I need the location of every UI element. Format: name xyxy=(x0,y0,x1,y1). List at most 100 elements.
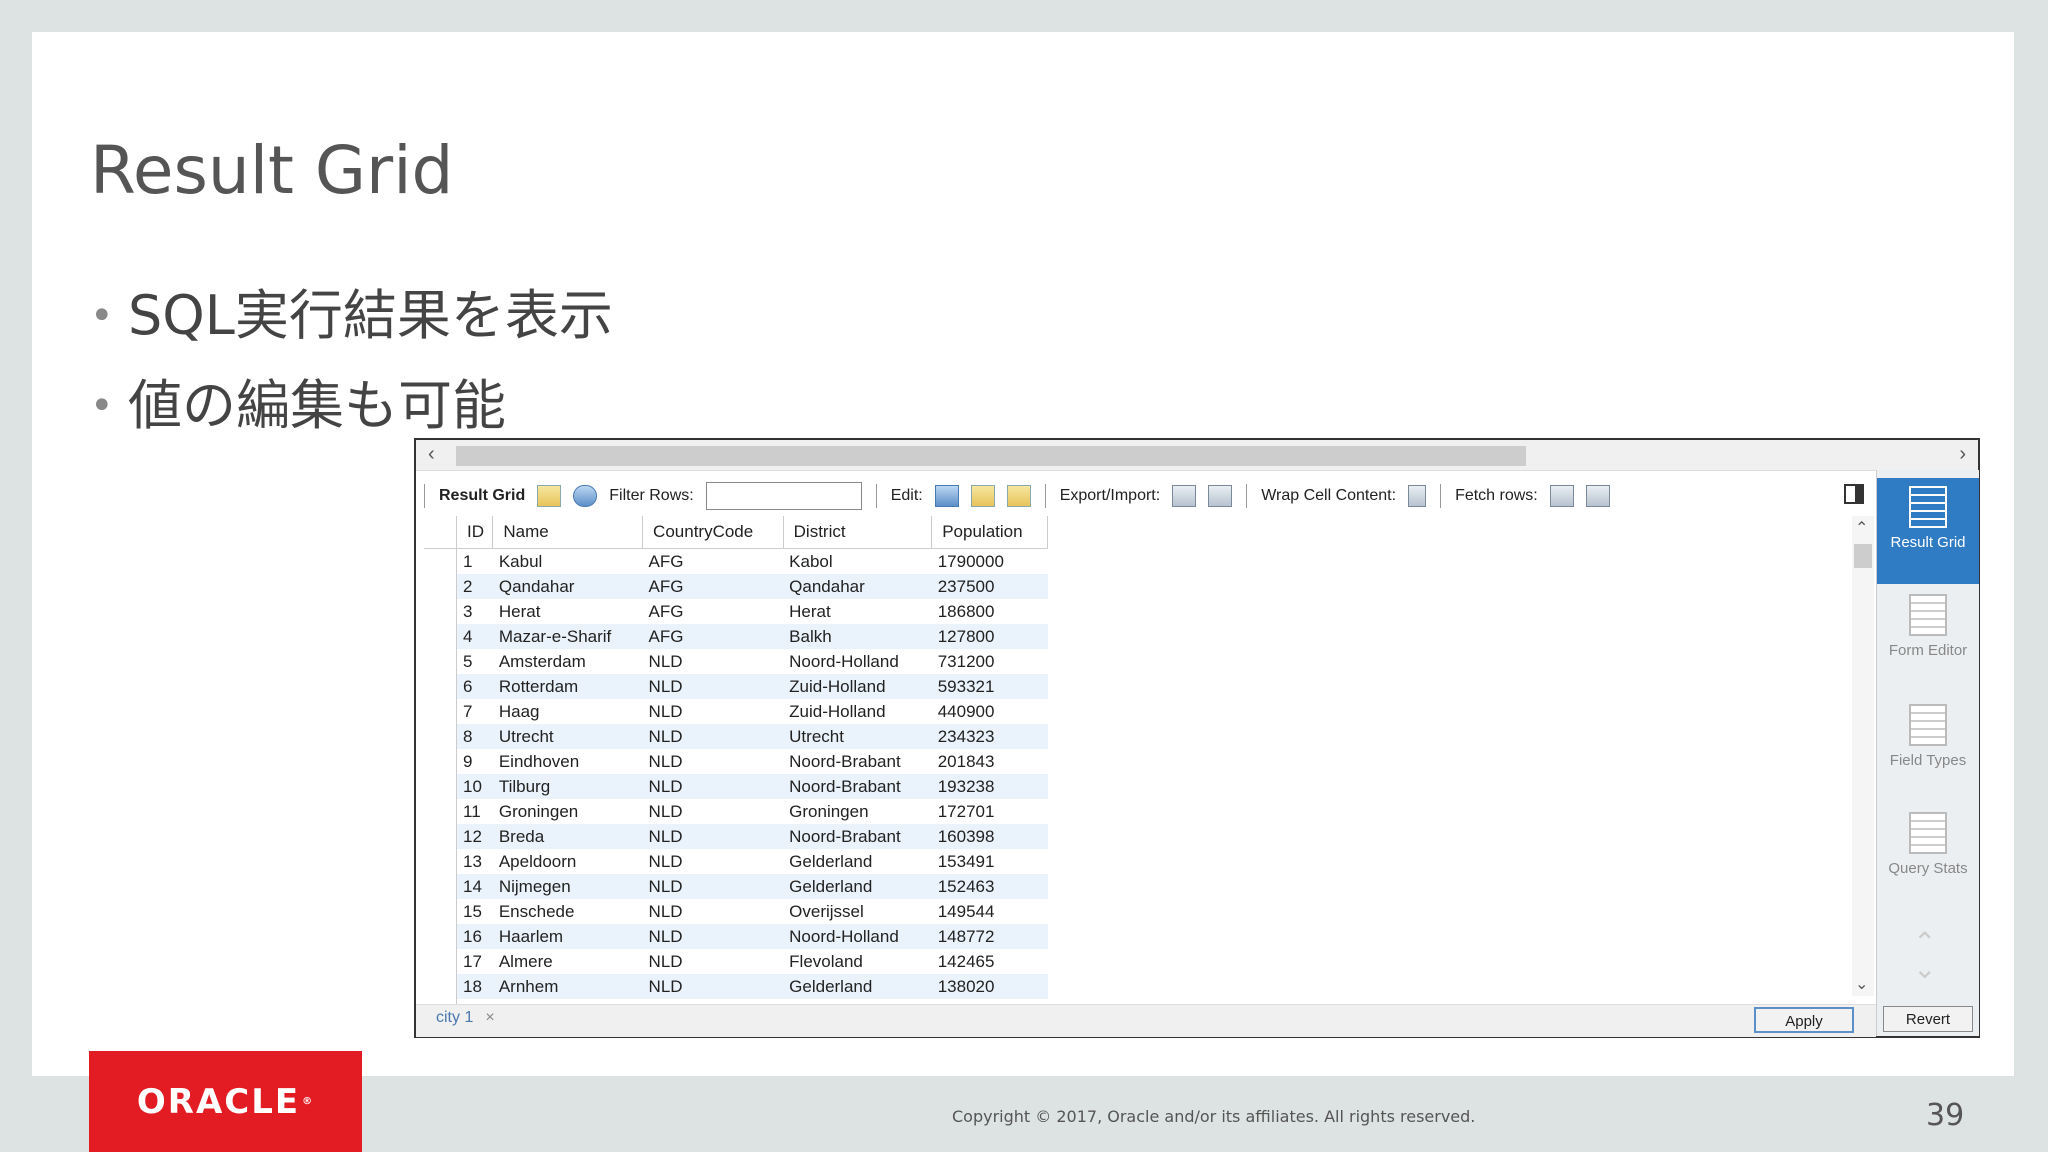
table-cell[interactable]: Eindhoven xyxy=(493,749,643,774)
table-row[interactable]: 7 Haag NLD Zuid-Holland 440900 xyxy=(424,699,1048,724)
scroll-left-icon[interactable]: ‹ xyxy=(428,443,435,466)
row-selector[interactable] xyxy=(424,799,457,824)
table-cell[interactable]: Almere xyxy=(493,949,643,974)
table-cell[interactable]: Noord-Brabant xyxy=(783,774,932,799)
table-cell[interactable]: NLD xyxy=(642,674,784,699)
table-row[interactable]: 3 Herat AFG Herat 186800 xyxy=(424,599,1048,624)
table-cell[interactable]: Enschede xyxy=(493,899,643,924)
refresh-icon[interactable] xyxy=(573,485,598,507)
wrap-text-icon[interactable] xyxy=(1408,485,1427,507)
scroll-down-icon[interactable]: ⌄ xyxy=(1855,974,1868,994)
row-selector-header[interactable] xyxy=(424,516,457,549)
table-cell[interactable]: NLD xyxy=(643,849,784,874)
table-cell[interactable]: Groningen xyxy=(783,799,932,824)
table-cell[interactable]: 14 xyxy=(456,874,493,899)
table-cell[interactable]: AFG xyxy=(643,549,784,575)
row-selector[interactable] xyxy=(424,974,457,999)
side-item-result-grid[interactable]: Result Grid xyxy=(1877,478,1979,584)
table-cell[interactable]: 13 xyxy=(457,849,493,874)
table-cell[interactable]: Apeldoorn xyxy=(493,849,643,874)
table-cell[interactable]: NLD xyxy=(642,724,784,749)
table-cell[interactable]: Kabol xyxy=(783,549,932,575)
table-cell[interactable]: Noord-Brabant xyxy=(783,824,932,849)
table-cell[interactable]: 160398 xyxy=(931,824,1048,849)
table-cell[interactable]: Nijmegen xyxy=(492,874,643,899)
scroll-right-icon[interactable]: › xyxy=(1959,443,1966,466)
table-row[interactable]: 2 Qandahar AFG Qandahar 237500 xyxy=(424,574,1048,599)
table-cell[interactable]: 15 xyxy=(457,899,493,924)
table-cell[interactable]: NLD xyxy=(642,924,784,949)
table-cell[interactable]: NLD xyxy=(643,899,784,924)
table-cell[interactable]: Zuid-Holland xyxy=(783,699,932,724)
table-cell[interactable]: Overijssel xyxy=(783,899,932,924)
table-cell[interactable]: 11 xyxy=(457,799,493,824)
table-cell[interactable]: 172701 xyxy=(932,799,1048,824)
table-cell[interactable]: 193238 xyxy=(931,774,1048,799)
side-item-form-editor[interactable]: Form Editor xyxy=(1877,586,1979,692)
table-cell[interactable]: Gelderland xyxy=(783,849,932,874)
table-cell[interactable]: 593321 xyxy=(931,674,1048,699)
table-cell[interactable]: 18 xyxy=(456,974,493,999)
table-cell[interactable]: Noord-Brabant xyxy=(783,749,932,774)
table-cell[interactable]: Noord-Holland xyxy=(783,924,932,949)
table-cell[interactable]: 148772 xyxy=(931,924,1048,949)
table-cell[interactable]: 4 xyxy=(456,624,493,649)
delete-row-icon[interactable] xyxy=(1006,485,1031,507)
table-cell[interactable]: 1790000 xyxy=(932,549,1048,575)
row-selector[interactable] xyxy=(424,649,457,674)
table-cell[interactable]: Flevoland xyxy=(783,949,932,974)
table-cell[interactable]: 201843 xyxy=(932,749,1048,774)
row-selector[interactable] xyxy=(424,949,457,974)
table-cell[interactable]: Kabul xyxy=(493,549,643,575)
table-cell[interactable]: AFG xyxy=(642,574,784,599)
table-cell[interactable]: NLD xyxy=(643,649,784,674)
row-selector[interactable] xyxy=(424,548,457,574)
table-cell[interactable]: 2 xyxy=(456,574,493,599)
fetch-next-icon[interactable] xyxy=(1549,485,1574,507)
row-selector[interactable] xyxy=(424,899,457,924)
fetch-all-icon[interactable] xyxy=(1585,485,1610,507)
table-cell[interactable]: Herat xyxy=(493,599,643,624)
apply-button[interactable]: Apply xyxy=(1754,1007,1854,1033)
table-cell[interactable]: Groningen xyxy=(493,799,643,824)
row-selector[interactable] xyxy=(424,574,457,599)
table-row[interactable]: 14 Nijmegen NLD Gelderland 152463 xyxy=(424,874,1048,899)
table-cell[interactable]: Qandahar xyxy=(783,574,932,599)
column-header-countrycode[interactable]: CountryCode xyxy=(642,516,784,549)
table-cell[interactable]: Zuid-Holland xyxy=(783,674,932,699)
table-cell[interactable]: 138020 xyxy=(931,974,1048,999)
chevron-updown-icon[interactable]: ⌃ ⌄ xyxy=(1913,929,1936,983)
column-header-district[interactable]: District xyxy=(783,516,933,549)
table-cell[interactable]: 149544 xyxy=(932,899,1048,924)
table-cell[interactable]: NLD xyxy=(642,824,784,849)
row-selector[interactable] xyxy=(424,749,457,774)
table-cell[interactable]: Tilburg xyxy=(492,774,643,799)
table-row[interactable]: 6 Rotterdam NLD Zuid-Holland 593321 xyxy=(424,674,1048,699)
row-selector[interactable] xyxy=(424,824,457,849)
table-cell[interactable]: 17 xyxy=(457,949,493,974)
table-cell[interactable]: NLD xyxy=(642,774,784,799)
table-cell[interactable]: Amsterdam xyxy=(493,649,643,674)
table-row[interactable]: 10 Tilburg NLD Noord-Brabant 193238 xyxy=(424,774,1048,799)
close-icon[interactable]: × xyxy=(485,1009,494,1026)
table-row[interactable]: 16 Haarlem NLD Noord-Holland 148772 xyxy=(424,924,1048,949)
row-selector[interactable] xyxy=(424,724,457,749)
table-cell[interactable]: 234323 xyxy=(931,724,1048,749)
table-cell[interactable]: Arnhem xyxy=(492,974,643,999)
horizontal-scrollbar[interactable]: ‹ › xyxy=(416,440,1978,471)
table-cell[interactable]: NLD xyxy=(643,749,784,774)
table-cell[interactable]: Utrecht xyxy=(492,724,643,749)
table-cell[interactable]: 3 xyxy=(457,599,493,624)
table-row[interactable]: 1 Kabul AFG Kabol 1790000 xyxy=(424,548,1048,575)
table-cell[interactable]: Mazar-e-Sharif xyxy=(492,624,643,649)
edit-row-icon[interactable] xyxy=(934,485,959,507)
table-cell[interactable]: Balkh xyxy=(783,624,932,649)
table-cell[interactable]: 152463 xyxy=(931,874,1048,899)
column-header-id[interactable]: ID xyxy=(456,516,494,549)
table-cell[interactable]: Gelderland xyxy=(783,974,932,999)
scroll-up-icon[interactable]: ⌃ xyxy=(1855,518,1868,538)
table-row[interactable]: 15 Enschede NLD Overijssel 149544 xyxy=(424,899,1048,924)
table-cell[interactable]: AFG xyxy=(643,599,784,624)
table-cell[interactable]: Herat xyxy=(783,599,932,624)
scrollbar-thumb[interactable] xyxy=(456,446,1526,466)
